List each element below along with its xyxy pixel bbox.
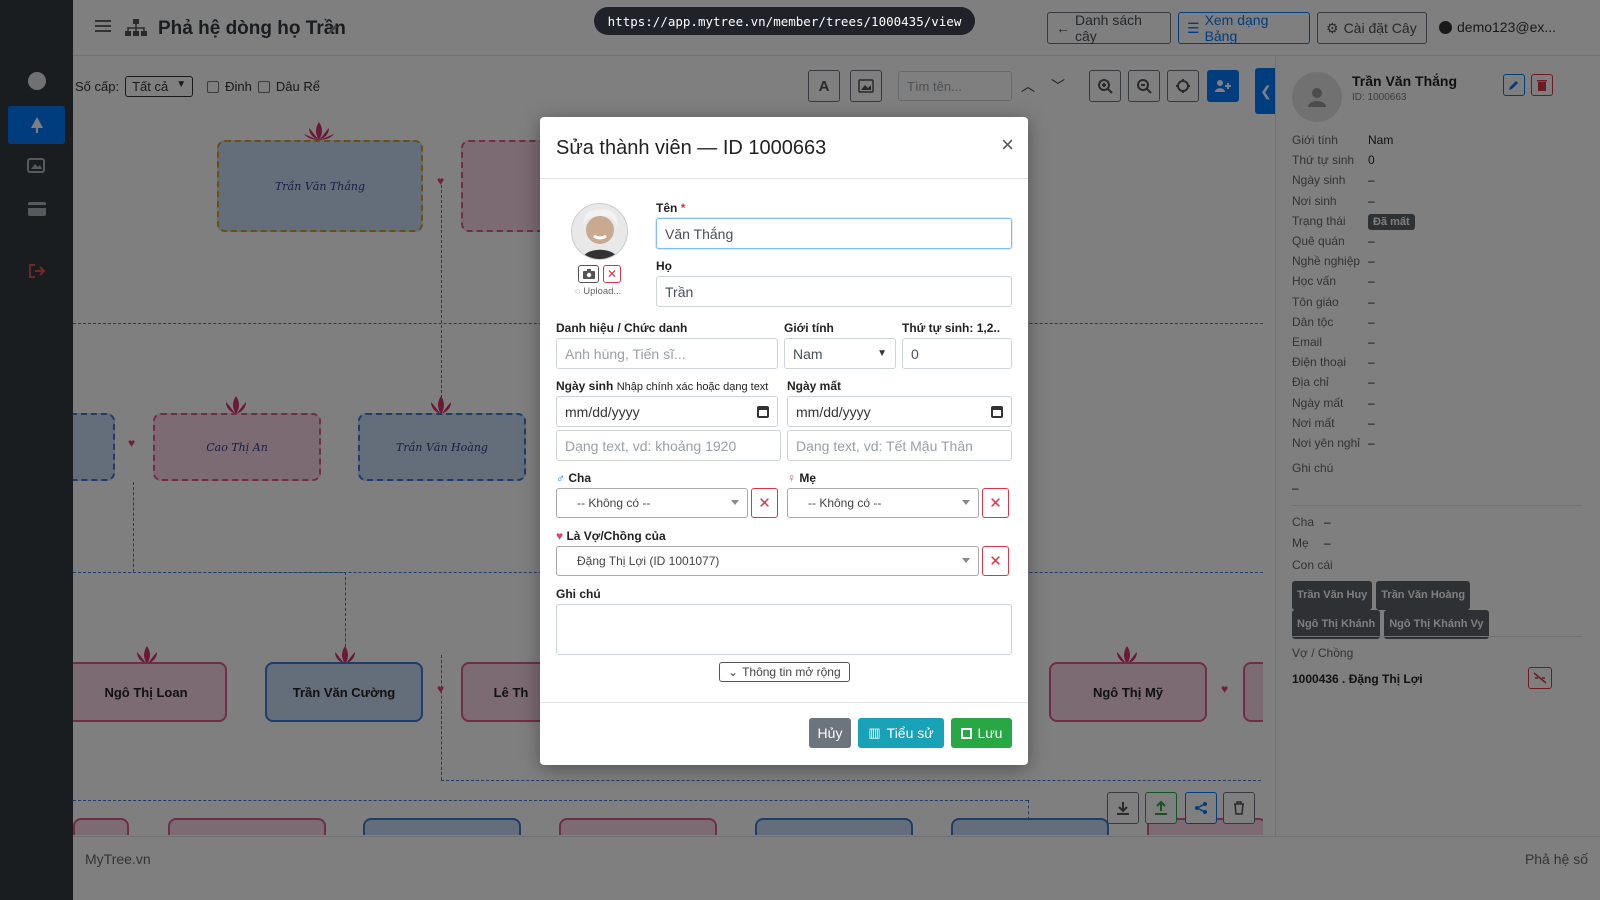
caret-down-icon bbox=[962, 558, 970, 563]
caret-down-icon bbox=[962, 500, 970, 505]
male-icon: ♂ bbox=[556, 471, 565, 485]
birth-order-input[interactable] bbox=[902, 338, 1012, 369]
save-button[interactable]: Lưu bbox=[951, 718, 1012, 748]
heart-icon: ♥ bbox=[556, 529, 564, 543]
modal-title: Sửa thành viên — ID 1000663 bbox=[556, 137, 827, 159]
birth-date-input[interactable]: mm/dd/yyyy bbox=[556, 396, 778, 427]
spinner-icon: ◌ bbox=[575, 286, 581, 297]
death-date-text-input[interactable] bbox=[787, 430, 1012, 461]
close-icon: ✕ bbox=[758, 495, 771, 512]
close-icon: ✕ bbox=[989, 495, 1002, 512]
biography-button[interactable]: ▥ Tiểu sử bbox=[858, 718, 944, 748]
url-bar: https://app.mytree.vn/member/trees/10004… bbox=[594, 7, 975, 35]
required-marker: * bbox=[680, 201, 686, 215]
change-photo-button[interactable] bbox=[578, 265, 599, 283]
birth-date-text-input[interactable] bbox=[556, 430, 781, 461]
title-input[interactable] bbox=[556, 338, 778, 369]
book-icon: ▥ bbox=[868, 725, 881, 740]
clear-mother-button[interactable]: ✕ bbox=[982, 488, 1009, 518]
clear-spouse-button[interactable]: ✕ bbox=[982, 546, 1009, 576]
upload-status: ◌ Upload... bbox=[575, 286, 622, 297]
last-name-input[interactable] bbox=[656, 276, 1012, 307]
death-date-input[interactable]: mm/dd/yyyy bbox=[787, 396, 1012, 427]
edit-member-modal: Sửa thành viên — ID 1000663 × ✕ ◌ Upload… bbox=[540, 117, 1028, 765]
notes-textarea[interactable] bbox=[556, 604, 1012, 655]
gender-select[interactable]: Nam ▼ bbox=[784, 338, 896, 369]
portrait-icon bbox=[572, 204, 627, 259]
save-icon bbox=[960, 727, 972, 739]
camera-icon bbox=[582, 269, 595, 279]
more-info-button[interactable]: ⌄ Thông tin mở rộng bbox=[719, 662, 850, 682]
chevron-down-icon: ⌄ bbox=[728, 665, 739, 679]
mother-select[interactable]: -- Không có -- bbox=[787, 488, 979, 518]
caret-down-icon bbox=[731, 500, 739, 505]
close-icon: ✕ bbox=[606, 267, 618, 281]
cancel-button[interactable]: Hủy bbox=[809, 718, 851, 748]
close-icon[interactable]: × bbox=[1001, 134, 1014, 156]
chevron-down-icon: ▼ bbox=[877, 348, 887, 359]
calendar-icon bbox=[991, 405, 1003, 418]
father-select[interactable]: -- Không có -- bbox=[556, 488, 748, 518]
first-name-input[interactable] bbox=[656, 218, 1012, 249]
remove-photo-button[interactable]: ✕ bbox=[603, 265, 621, 283]
calendar-icon bbox=[757, 405, 769, 418]
clear-father-button[interactable]: ✕ bbox=[751, 488, 778, 518]
member-photo bbox=[571, 203, 628, 260]
female-icon: ♀ bbox=[787, 471, 796, 485]
close-icon: ✕ bbox=[989, 553, 1002, 570]
spouse-select[interactable]: Đặng Thị Lợi (ID 1001077) bbox=[556, 546, 979, 576]
